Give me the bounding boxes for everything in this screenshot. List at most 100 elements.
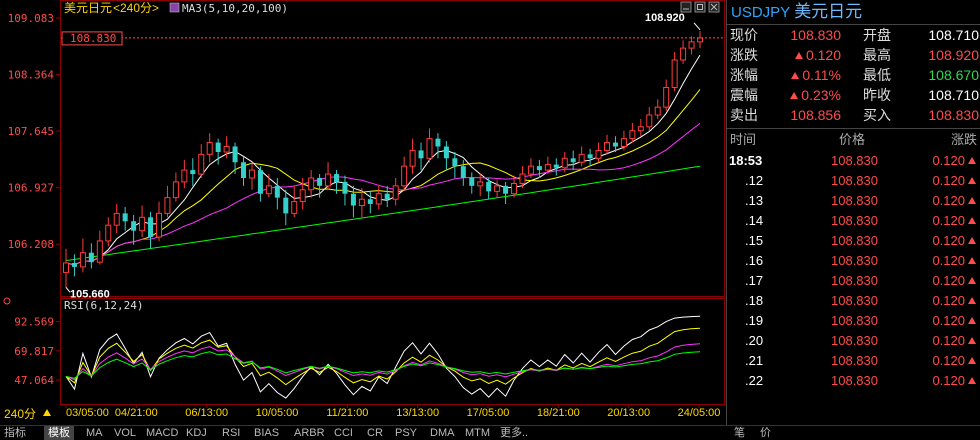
candle-body xyxy=(139,216,146,232)
up-arrow-icon xyxy=(968,257,976,264)
indicator-tab[interactable]: KDJ xyxy=(186,426,207,440)
candle-body xyxy=(181,169,188,183)
candle-body xyxy=(620,138,627,147)
tick-change: 0.120 xyxy=(932,251,979,271)
candle-body xyxy=(113,212,120,226)
candle-body xyxy=(418,150,424,159)
candle-body xyxy=(172,181,179,199)
candle-body xyxy=(578,153,585,163)
quote-value-2: 108.830 xyxy=(928,107,979,123)
current-price-tag-text: 108.830 xyxy=(70,32,116,45)
indicator-tab[interactable]: PSY xyxy=(395,426,417,440)
tick-change: 0.120 xyxy=(932,371,979,391)
tick-time: .15 xyxy=(745,233,764,248)
up-arrow-icon xyxy=(968,177,976,184)
candle-body xyxy=(646,114,653,128)
candle-body xyxy=(248,169,255,179)
indicator-tab[interactable]: CR xyxy=(367,426,383,440)
y-tick-label: 106.208 xyxy=(8,238,54,251)
x-tick-label: 11/21:00 xyxy=(326,407,368,419)
candle-body xyxy=(452,158,458,167)
x-tick-label: 18/21:00 xyxy=(537,407,580,419)
indicator-tab[interactable]: MTM xyxy=(465,426,490,440)
indicator-tab[interactable]: 更多.. xyxy=(500,426,528,440)
quote-label-2: 最低 xyxy=(863,67,891,83)
candlestick-chart[interactable]: 109.083 108.364 107.645 106.927 106.208 92.56… xyxy=(0,0,725,439)
window-controls xyxy=(680,1,720,13)
indicator-tab[interactable]: DMA xyxy=(430,426,454,440)
maximize-icon[interactable] xyxy=(694,1,706,13)
candle-body xyxy=(654,106,661,116)
quote-label: 震幅 xyxy=(730,87,758,103)
tick-header-price: 价格 xyxy=(839,132,866,147)
tick-price: 108.830 xyxy=(831,333,878,348)
candle-body xyxy=(342,181,348,194)
tick-time: .22 xyxy=(745,373,764,388)
x-tick-label: 24/05:00 xyxy=(678,407,721,419)
quote-value: 108.856 xyxy=(790,107,841,123)
tick-change: 0.120 xyxy=(932,271,979,291)
y-tick-label: 109.083 xyxy=(8,12,54,25)
tick-price: 108.830 xyxy=(831,193,878,208)
rsi-y-tick-label: 47.064 xyxy=(14,374,54,387)
tick-table: 18:53 108.830 0.120 .12 108.830 0.120 .13 108.8… xyxy=(727,151,980,391)
candle-body xyxy=(570,158,576,163)
indicator-tab[interactable]: BIAS xyxy=(254,426,279,440)
x-tick-label: 17/05:00 xyxy=(467,407,510,419)
tick-time: .21 xyxy=(745,353,764,368)
quote-label: 卖出 xyxy=(730,107,758,123)
candle-body xyxy=(241,162,247,178)
quote-value: 108.830 xyxy=(790,27,841,43)
tick-time: 18:53 xyxy=(729,153,763,168)
up-arrow-icon xyxy=(968,237,976,244)
quote-label-2: 开盘 xyxy=(863,27,891,43)
candle-body xyxy=(325,173,332,187)
indicator-tab[interactable]: CCI xyxy=(334,426,353,440)
tick-price: 108.830 xyxy=(831,273,878,288)
tick-change: 0.120 xyxy=(932,191,979,211)
y-tick-label: 108.364 xyxy=(8,69,55,82)
indicator-tab[interactable]: 模板 xyxy=(44,426,74,440)
candle-body xyxy=(105,224,112,242)
low-marker: 105.660 xyxy=(70,288,110,300)
quote-row: 现价 108.830 开盘 108.710 xyxy=(727,25,980,45)
candle-body xyxy=(232,146,238,163)
candle-body xyxy=(291,201,298,214)
candle-body xyxy=(131,221,137,231)
tick-price: 108.830 xyxy=(831,153,878,168)
tick-mode-tab[interactable]: 笔 xyxy=(734,426,745,440)
indicator-tab[interactable]: 指标 xyxy=(4,426,26,440)
rsi-settings-icon[interactable] xyxy=(3,297,11,305)
candle-body xyxy=(697,37,703,43)
x-tick-label: 20/13:00 xyxy=(607,407,650,419)
quote-value: 0.120 xyxy=(761,45,841,65)
main-chart-frame xyxy=(60,0,725,297)
candle-body xyxy=(257,170,263,194)
candle-body xyxy=(435,138,441,147)
candle-body xyxy=(299,189,306,203)
candle-body xyxy=(350,193,356,206)
indicator-tab[interactable]: MACD xyxy=(146,426,178,440)
rsi-label: RSI(6,12,24) xyxy=(64,299,143,312)
candle-body xyxy=(334,174,340,182)
up-arrow-icon xyxy=(790,92,799,99)
quote-row: 卖出 108.856 买入 108.830 xyxy=(727,105,980,125)
period-button[interactable]: 240分 xyxy=(4,407,36,421)
candle-body xyxy=(553,164,559,168)
tick-mode-tab[interactable]: 价 xyxy=(760,426,771,440)
quote-value-2: 108.710 xyxy=(928,27,979,43)
candle-body xyxy=(486,181,492,192)
ma-indicator-icon[interactable] xyxy=(169,2,180,13)
indicator-tab[interactable]: MA xyxy=(86,426,103,440)
tick-row: .20 108.830 0.120 xyxy=(727,331,980,351)
x-tick-label: 06/13:00 xyxy=(185,407,228,419)
restore-icon[interactable] xyxy=(680,1,692,13)
up-arrow-icon xyxy=(968,297,976,304)
rsi-chart-frame xyxy=(60,298,725,405)
candle-body xyxy=(671,59,678,88)
candle-body xyxy=(155,212,162,238)
rsi-y-tick-label: 92.569 xyxy=(14,316,54,329)
indicator-tab[interactable]: ARBR xyxy=(294,426,325,440)
indicator-tab[interactable]: RSI xyxy=(222,426,240,440)
indicator-tab[interactable]: VOL xyxy=(114,426,136,440)
